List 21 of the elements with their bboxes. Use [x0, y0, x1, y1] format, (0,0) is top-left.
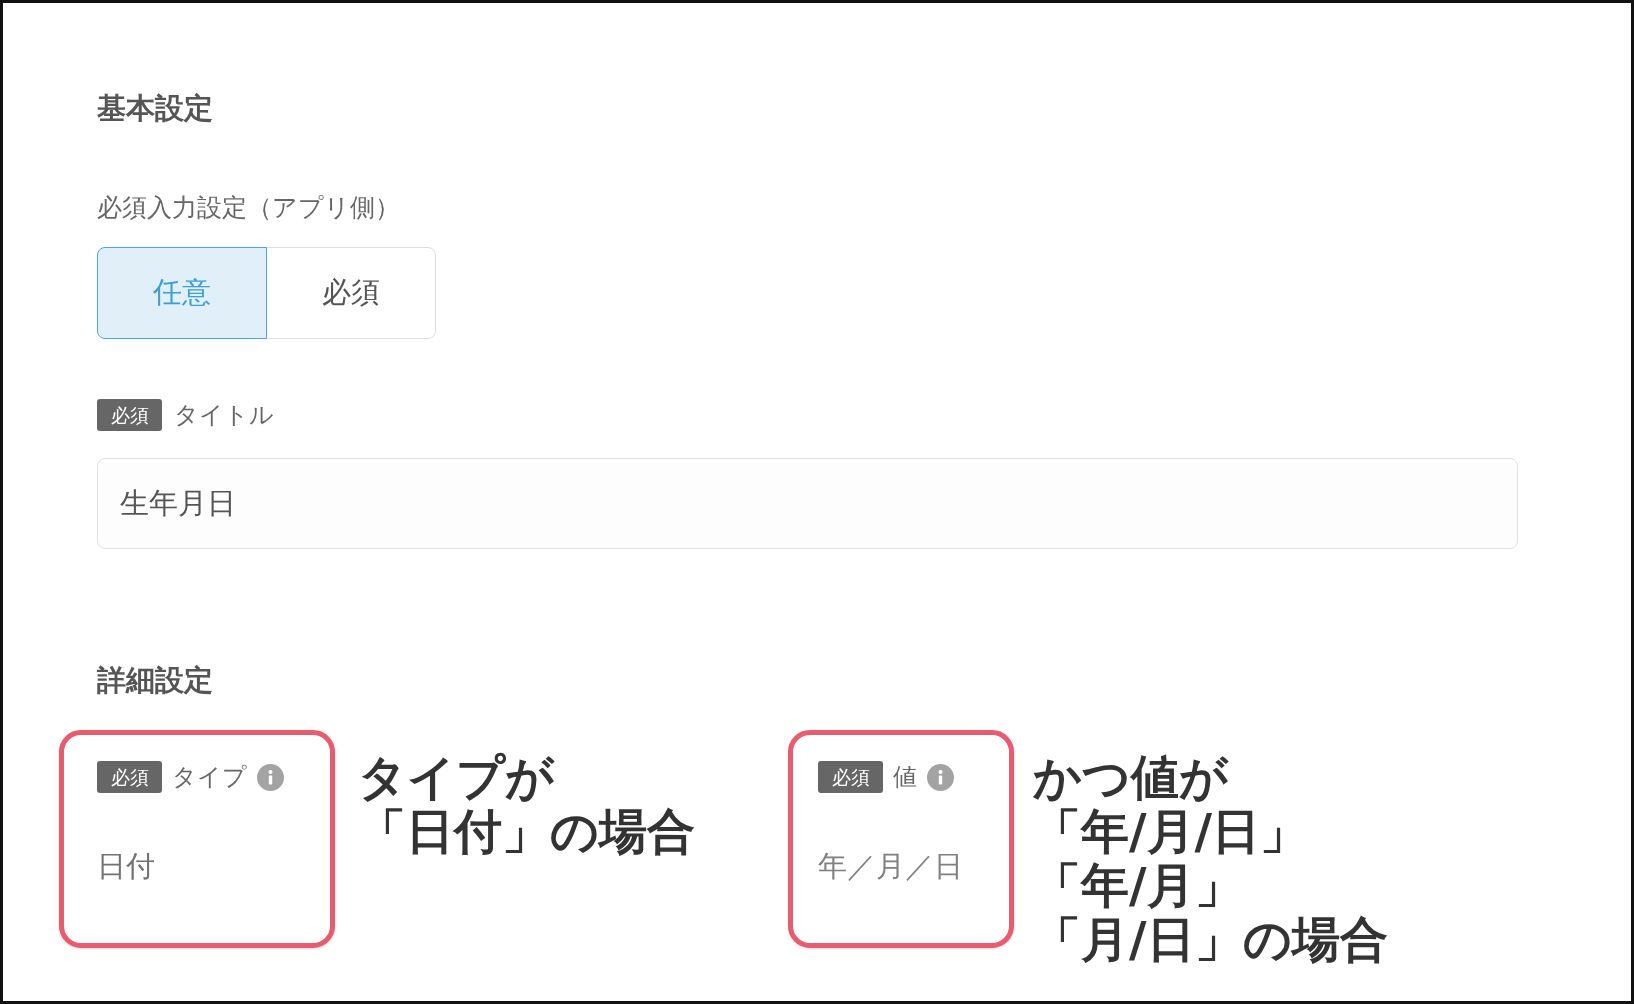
section-heading: 基本設定 — [97, 92, 213, 124]
annotation-line: 「月/日」の場合 — [1033, 912, 1388, 966]
annotation-line: 「日付」の場合 — [358, 804, 695, 858]
annotation-line: 「年/月」 — [1033, 858, 1243, 912]
field-value: 日付 — [97, 850, 155, 882]
field-label: 値 — [893, 763, 917, 791]
annotation-line: タイプが — [358, 750, 554, 804]
info-icon — [257, 763, 284, 791]
field-label: タイトル — [174, 401, 274, 429]
info-icon — [927, 763, 954, 791]
section-heading: 詳細設定 — [97, 664, 213, 696]
required-badge: 必須 — [97, 761, 162, 793]
annotation-line: かつ値が — [1033, 750, 1228, 804]
annotation-line: 「年/月/日」 — [1033, 804, 1309, 858]
field-label: 必須入力設定（アプリ側） — [97, 194, 400, 222]
required-badge: 必須 — [818, 761, 883, 793]
segment-tab[interactable]: 必須 — [266, 247, 436, 339]
title-input[interactable]: 生年月日 — [97, 458, 1518, 549]
field-label: タイプ — [172, 763, 247, 791]
required-badge: 必須 — [97, 399, 162, 431]
field-value: 年／月／日 — [818, 850, 963, 882]
